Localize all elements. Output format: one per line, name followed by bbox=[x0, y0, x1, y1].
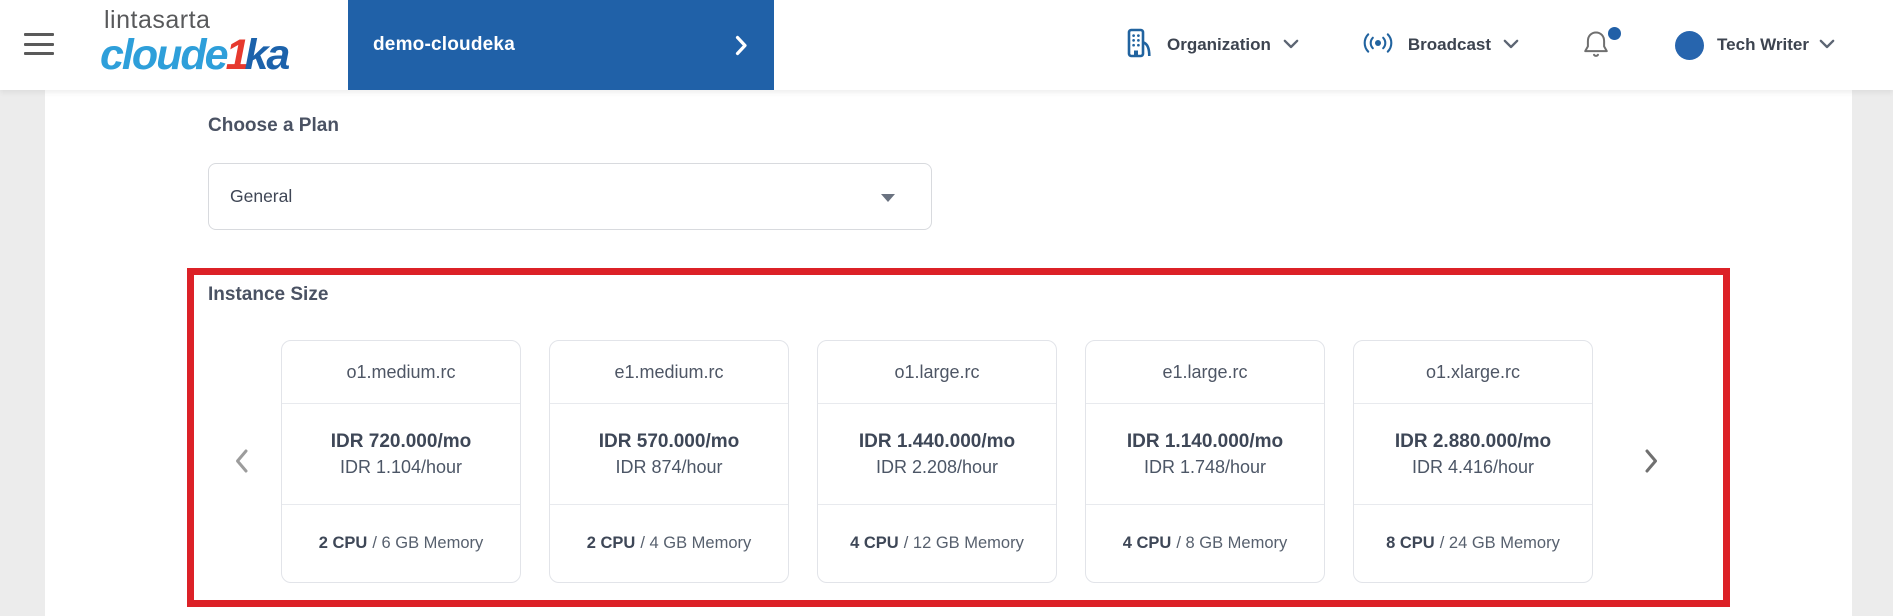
chevron-down-icon bbox=[1283, 36, 1299, 54]
price-hourly: IDR 4.416/hour bbox=[1411, 457, 1535, 477]
chevron-right-icon bbox=[735, 35, 748, 61]
spec-memory: / 6 GB Memory bbox=[372, 534, 484, 552]
broadcast-menu[interactable]: Broadcast bbox=[1362, 31, 1519, 60]
instance-name: o1.large.rc bbox=[818, 341, 1056, 404]
avatar bbox=[1675, 30, 1705, 60]
instance-card[interactable]: o1.large.rc IDR 1.440.000/mo IDR 2.208/h… bbox=[817, 340, 1057, 583]
brand-logo: lintasarta cloude1ka bbox=[100, 6, 290, 79]
logo-lintasarta: lintasarta bbox=[104, 6, 211, 34]
instance-size-title: Instance Size bbox=[208, 284, 329, 305]
plan-select[interactable]: General bbox=[208, 163, 932, 230]
organization-menu[interactable]: Organization bbox=[1125, 27, 1299, 64]
instance-card[interactable]: o1.xlarge.rc IDR 2.880.000/mo IDR 4.416/… bbox=[1353, 340, 1593, 583]
broadcast-label: Broadcast bbox=[1407, 35, 1492, 54]
spec-memory: / 24 GB Memory bbox=[1439, 534, 1560, 552]
spec-memory: / 8 GB Memory bbox=[1176, 534, 1288, 552]
price-hourly: IDR 874/hour bbox=[615, 457, 723, 477]
instance-card[interactable]: e1.large.rc IDR 1.140.000/mo IDR 1.748/h… bbox=[1085, 340, 1325, 583]
instance-pricing: IDR 1.140.000/mo IDR 1.748/hour bbox=[1086, 404, 1324, 505]
instance-pricing: IDR 570.000/mo IDR 874/hour bbox=[550, 404, 788, 505]
project-name: demo-cloudeka bbox=[373, 34, 515, 55]
instance-specs: 4 CPU / 8 GB Memory bbox=[1086, 505, 1324, 582]
instance-specs: 2 CPU / 6 GB Memory bbox=[282, 505, 520, 582]
carousel-next-button[interactable] bbox=[1644, 448, 1659, 479]
price-monthly: IDR 2.880.000/mo bbox=[1394, 431, 1552, 452]
instance-name: o1.medium.rc bbox=[282, 341, 520, 404]
spec-memory: / 4 GB Memory bbox=[640, 534, 752, 552]
spec-cpu: 4 CPU bbox=[1122, 534, 1172, 552]
menu-icon[interactable] bbox=[24, 33, 54, 55]
instance-name: e1.large.rc bbox=[1086, 341, 1324, 404]
instance-specs: 4 CPU / 12 GB Memory bbox=[818, 505, 1056, 582]
chevron-down-icon bbox=[1503, 36, 1519, 54]
instance-card[interactable]: o1.medium.rc IDR 720.000/mo IDR 1.104/ho… bbox=[281, 340, 521, 583]
instance-name: o1.xlarge.rc bbox=[1354, 341, 1592, 404]
caret-down-icon bbox=[881, 194, 895, 202]
price-monthly: IDR 570.000/mo bbox=[598, 431, 740, 452]
instance-size-section: Instance Size o1.medium.rc IDR 720.000/m… bbox=[187, 268, 1730, 607]
spec-cpu: 2 CPU bbox=[318, 534, 368, 552]
price-monthly: IDR 1.440.000/mo bbox=[858, 431, 1016, 452]
price-hourly: IDR 1.748/hour bbox=[1143, 457, 1267, 477]
chevron-down-icon bbox=[1819, 36, 1835, 54]
price-hourly: IDR 2.208/hour bbox=[875, 457, 999, 477]
spec-memory: / 12 GB Memory bbox=[903, 534, 1024, 552]
instance-pricing: IDR 1.440.000/mo IDR 2.208/hour bbox=[818, 404, 1056, 505]
user-name: Tech Writer bbox=[1717, 35, 1809, 54]
instance-card[interactable]: e1.medium.rc IDR 570.000/mo IDR 874/hour… bbox=[549, 340, 789, 583]
instance-specs: 8 CPU / 24 GB Memory bbox=[1354, 505, 1592, 582]
main-panel: Choose a Plan General Instance Size o1.m… bbox=[45, 90, 1852, 616]
building-icon bbox=[1125, 27, 1153, 64]
project-selector[interactable]: demo-cloudeka bbox=[348, 0, 774, 90]
choose-plan-label: Choose a Plan bbox=[208, 115, 339, 136]
app-header: lintasarta cloude1ka demo-cloudeka Organ… bbox=[0, 0, 1893, 90]
spec-cpu: 8 CPU bbox=[1386, 534, 1435, 552]
bell-icon bbox=[1582, 31, 1610, 64]
broadcast-icon bbox=[1362, 31, 1394, 60]
plan-select-value: General bbox=[230, 186, 293, 206]
instance-pricing: IDR 720.000/mo IDR 1.104/hour bbox=[282, 404, 520, 505]
logo-cloudeka: cloude1ka bbox=[100, 31, 290, 79]
price-hourly: IDR 1.104/hour bbox=[339, 457, 463, 477]
header-actions: Organization Broadcast Tech Writer bbox=[1125, 0, 1835, 90]
notifications-button[interactable] bbox=[1582, 27, 1622, 64]
organization-label: Organization bbox=[1167, 35, 1271, 54]
user-menu[interactable]: Tech Writer bbox=[1675, 30, 1835, 60]
notification-badge bbox=[1608, 27, 1622, 40]
instance-specs: 2 CPU / 4 GB Memory bbox=[550, 505, 788, 582]
carousel-prev-button[interactable] bbox=[234, 448, 249, 479]
spec-cpu: 2 CPU bbox=[586, 534, 636, 552]
price-monthly: IDR 720.000/mo bbox=[330, 431, 472, 452]
spec-cpu: 4 CPU bbox=[850, 534, 899, 552]
price-monthly: IDR 1.140.000/mo bbox=[1126, 431, 1284, 452]
instance-name: e1.medium.rc bbox=[550, 341, 788, 404]
instance-pricing: IDR 2.880.000/mo IDR 4.416/hour bbox=[1354, 404, 1592, 505]
instance-card-list: o1.medium.rc IDR 720.000/mo IDR 1.104/ho… bbox=[281, 340, 1593, 583]
